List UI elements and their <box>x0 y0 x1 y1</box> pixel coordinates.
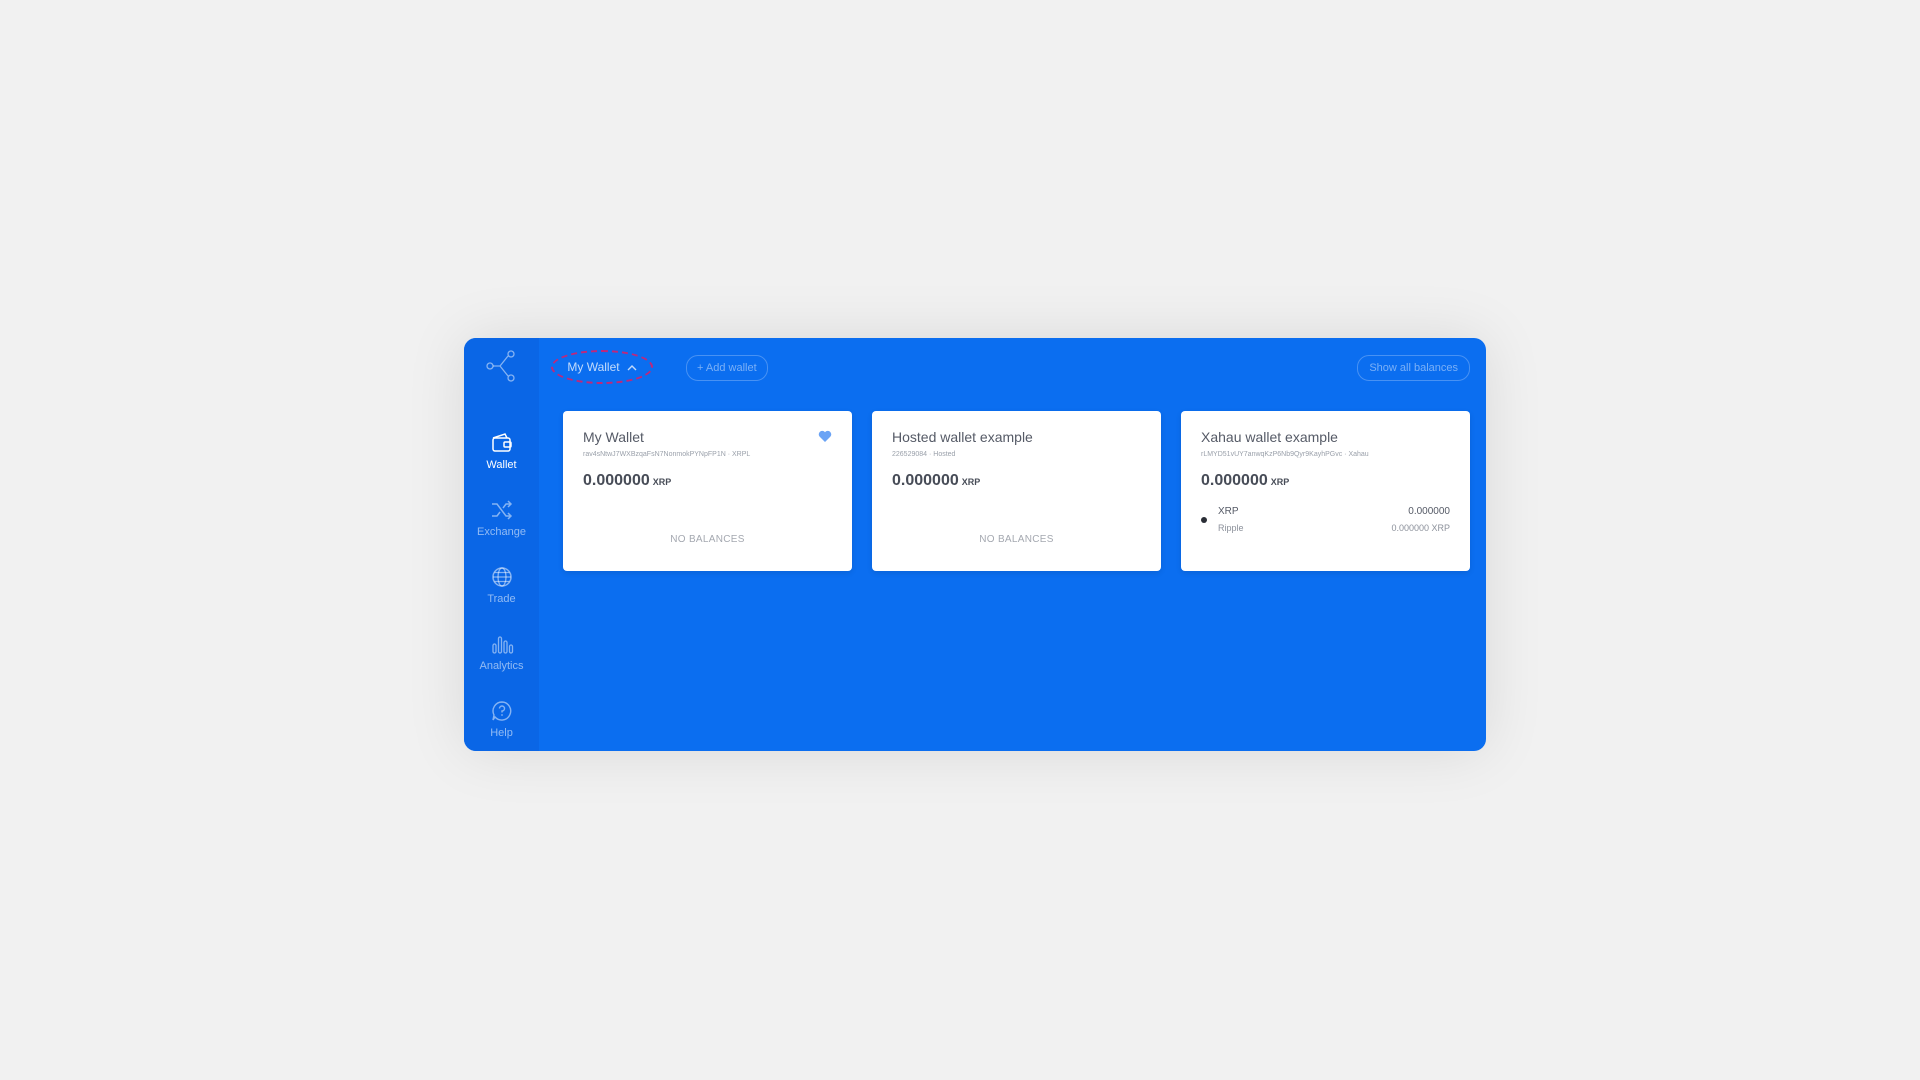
sidebar: Wallet Exchange Trade Analytics Help <box>464 338 539 751</box>
wallet-balance: 0.000000 XRP <box>1201 472 1450 490</box>
wallet-balance: 0.000000 XRP <box>892 472 1141 490</box>
wallet-card-hosted[interactable]: Hosted wallet example 226529084 · Hosted… <box>872 411 1161 571</box>
sidebar-item-label: Exchange <box>477 526 526 538</box>
wallet-balance-amount: 0.000000 <box>583 472 650 489</box>
wallet-card-xahau[interactable]: Xahau wallet example rLMYD51vUY7anwqKzP6… <box>1181 411 1470 571</box>
wallet-balance-amount: 0.000000 <box>892 472 959 489</box>
token-amount: 0.000000 <box>1408 506 1450 517</box>
wallet-balance-currency: XRP <box>1270 477 1290 487</box>
wallet-address: 226529084 · Hosted <box>892 451 956 458</box>
sidebar-item-wallet[interactable]: Wallet <box>464 418 539 485</box>
sidebar-item-label: Help <box>490 727 513 739</box>
wallet-address: rav4sNtwJ7WXBzqaFsN7NonmokPYNpFP1N · XRP… <box>583 451 751 458</box>
top-bar: My Wallet + Add wallet Show all balances <box>539 338 1486 396</box>
token-dot-icon <box>1201 516 1207 523</box>
wallet-name: Xahau wallet example <box>1201 429 1338 445</box>
no-balances-label: NO BALANCES <box>979 534 1054 545</box>
app-logo-icon[interactable] <box>483 348 519 384</box>
shuffle-icon <box>490 499 514 521</box>
wallet-balance-currency: XRP <box>652 477 672 487</box>
sidebar-nav: Wallet Exchange Trade Analytics Help <box>464 418 539 751</box>
wallet-name: Hosted wallet example <box>892 429 1033 445</box>
token-name: XRP <box>1218 506 1239 517</box>
token-issuer: Ripple <box>1218 523 1244 533</box>
show-all-balances-button[interactable]: Show all balances <box>1357 355 1470 381</box>
wallet-selector-label: My Wallet <box>567 360 620 374</box>
chevron-up-icon <box>627 362 637 372</box>
bar-chart-icon <box>490 633 514 655</box>
help-icon <box>490 700 514 722</box>
sidebar-item-help[interactable]: Help <box>464 686 539 751</box>
sidebar-item-label: Analytics <box>479 660 524 672</box>
favorite-heart-icon[interactable] <box>818 430 832 443</box>
token-row[interactable]: XRP Ripple 0.000000 0.000000 XRP <box>1201 506 1450 533</box>
app-window: Wallet Exchange Trade Analytics Help My … <box>464 338 1486 751</box>
sidebar-item-label: Trade <box>487 593 516 605</box>
sidebar-item-analytics[interactable]: Analytics <box>464 619 539 686</box>
sidebar-item-exchange[interactable]: Exchange <box>464 485 539 552</box>
wallet-address: rLMYD51vUY7anwqKzP6Nb9Qyr9KayhPGvc · Xah… <box>1201 451 1369 458</box>
wallet-card-my-wallet[interactable]: My Wallet rav4sNtwJ7WXBzqaFsN7NonmokPYNp… <box>563 411 852 571</box>
globe-icon <box>490 566 514 588</box>
wallet-balance-currency: XRP <box>961 477 981 487</box>
wallet-selector[interactable]: My Wallet <box>551 350 653 384</box>
wallet-name: My Wallet <box>583 429 644 445</box>
wallet-balance-amount: 0.000000 <box>1201 472 1268 489</box>
wallet-icon <box>490 432 514 454</box>
token-info: XRP Ripple <box>1218 506 1391 533</box>
sidebar-item-trade[interactable]: Trade <box>464 552 539 619</box>
wallet-balance: 0.000000 XRP <box>583 472 832 490</box>
sidebar-item-label: Wallet <box>486 459 517 471</box>
token-value: 0.000000 XRP <box>1391 523 1450 533</box>
no-balances-label: NO BALANCES <box>670 534 745 545</box>
token-amounts: 0.000000 0.000000 XRP <box>1391 506 1450 533</box>
add-wallet-button[interactable]: + Add wallet <box>686 355 768 381</box>
